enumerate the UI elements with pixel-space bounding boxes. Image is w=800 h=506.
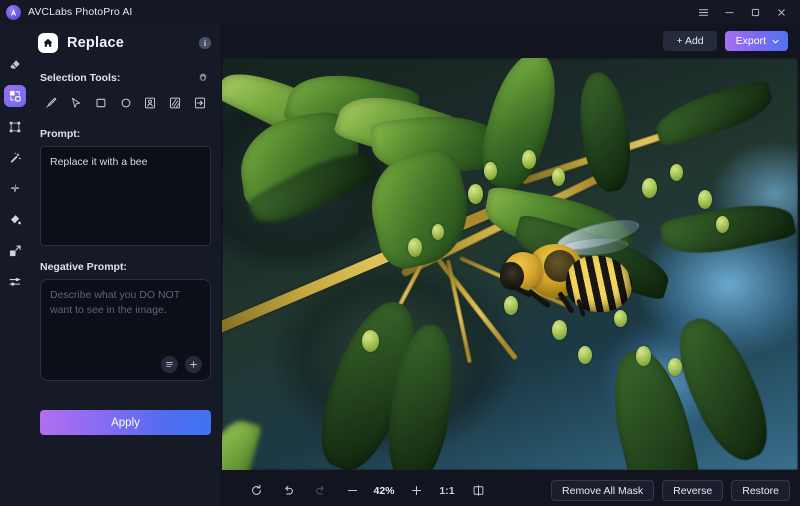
app-title: AVCLabs PhotoPro AI — [28, 6, 133, 18]
prompt-input[interactable]: Replace it with a bee — [40, 146, 211, 246]
side-panel: Replace i Selection Tools: Prompt: Repla… — [30, 24, 222, 506]
photo-bud-5 — [642, 178, 657, 198]
rail-item-enhance[interactable] — [4, 178, 26, 200]
main-area: + Add Export 42% 1:1 Remove All Mask Rev… — [222, 24, 800, 506]
photo-bud-14 — [578, 346, 592, 364]
remove-all-mask-button[interactable]: Remove All Mask — [551, 480, 655, 501]
photo-bud-17 — [668, 358, 682, 376]
zoom-ratio-button[interactable]: 1:1 — [432, 485, 462, 497]
window-controls — [690, 0, 794, 24]
export-button[interactable]: Export — [724, 31, 788, 51]
bee-abdomen — [563, 252, 635, 316]
rail-item-colorize[interactable] — [4, 209, 26, 231]
rail-item-expand[interactable] — [4, 116, 26, 138]
rail-item-magic-wand[interactable] — [4, 147, 26, 169]
panel-header: Replace i — [38, 26, 211, 60]
home-icon[interactable] — [38, 33, 58, 53]
bottom-right-controls: Remove All Mask Reverse Restore — [551, 480, 790, 501]
reset-button[interactable] — [240, 480, 272, 502]
selection-tools-header: Selection Tools: — [40, 72, 211, 84]
photo-bud-8 — [716, 216, 729, 233]
selection-tools-label: Selection Tools: — [40, 72, 121, 84]
photo-bud-4 — [552, 168, 565, 186]
app-window: AVCLabs PhotoPro AI Replace i Selection … — [0, 0, 800, 506]
selection-tools-row — [40, 93, 211, 113]
image-canvas[interactable] — [222, 58, 798, 470]
rail-item-eraser[interactable] — [4, 54, 26, 76]
minimize-button[interactable] — [716, 0, 742, 24]
menu-button[interactable] — [690, 0, 716, 24]
export-label: Export — [735, 35, 766, 47]
negative-prompt-label: Negative Prompt: — [40, 261, 127, 273]
canvas-area — [222, 58, 800, 475]
photo-bud-16 — [636, 346, 651, 366]
tool-subject[interactable] — [139, 93, 161, 113]
tool-lasso-pointer[interactable] — [65, 93, 87, 113]
undo-button[interactable] — [272, 480, 304, 502]
chevron-down-icon — [772, 39, 779, 43]
photo-bud-11 — [432, 224, 444, 240]
rail-item-replace[interactable] — [4, 85, 26, 107]
photo-bud-9 — [362, 330, 379, 352]
tool-rail — [0, 24, 30, 506]
title-bar: AVCLabs PhotoPro AI — [0, 0, 800, 24]
photo-bud-7 — [698, 190, 712, 209]
apply-button[interactable]: Apply — [40, 410, 211, 435]
tool-background[interactable] — [164, 93, 186, 113]
bottom-left-controls: 42% 1:1 — [240, 480, 494, 502]
add-button[interactable]: + Add — [663, 31, 717, 51]
negative-prompt-placeholder: Describe what you DO NOT want to see in … — [50, 289, 180, 317]
photo-bud-10 — [408, 238, 422, 257]
bottom-bar: 42% 1:1 Remove All Mask Reverse Restore — [222, 475, 800, 506]
compare-view-button[interactable] — [462, 480, 494, 502]
main-toolbar: + Add Export — [222, 24, 800, 58]
tool-import-mask[interactable] — [189, 93, 211, 113]
tool-rectangle[interactable] — [90, 93, 112, 113]
reverse-button[interactable]: Reverse — [662, 480, 724, 501]
zoom-out-button[interactable] — [336, 480, 368, 502]
photo-bud-6 — [670, 164, 683, 181]
avclabs-logo-icon — [6, 4, 21, 20]
list-icon[interactable] — [161, 356, 178, 373]
info-icon[interactable]: i — [199, 37, 211, 49]
tool-brush[interactable] — [40, 93, 62, 113]
prompt-label: Prompt: — [40, 128, 81, 140]
photo-bud-3 — [522, 150, 536, 169]
rail-item-upscale[interactable] — [4, 240, 26, 262]
tool-ellipse[interactable] — [115, 93, 137, 113]
photo-bee — [500, 214, 642, 336]
maximize-button[interactable] — [742, 0, 768, 24]
photo-bud-1 — [468, 184, 483, 204]
negative-prompt-input[interactable]: Describe what you DO NOT want to see in … — [40, 279, 211, 381]
body: Replace i Selection Tools: Prompt: Repla… — [0, 24, 800, 506]
negative-prompt-buttons — [161, 356, 202, 373]
redo-button[interactable] — [304, 480, 336, 502]
plus-icon[interactable] — [185, 356, 202, 373]
photo-bud-2 — [484, 162, 497, 180]
photo-content — [222, 58, 798, 470]
close-button[interactable] — [768, 0, 794, 24]
zoom-in-button[interactable] — [400, 480, 432, 502]
restore-button[interactable]: Restore — [731, 480, 790, 501]
gear-icon[interactable] — [197, 72, 209, 84]
prompt-value: Replace it with a bee — [50, 156, 148, 168]
zoom-level[interactable]: 42% — [368, 485, 400, 497]
page-title: Replace — [67, 35, 125, 51]
rail-item-adjust[interactable] — [4, 271, 26, 293]
